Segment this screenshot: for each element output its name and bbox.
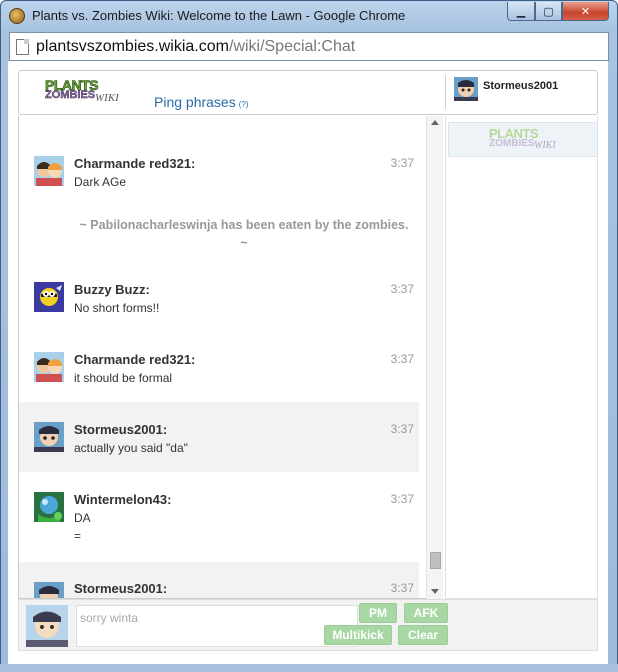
chat-message: Buzzy Buzz: 3:37 No short forms!! xyxy=(19,272,419,332)
message-author[interactable]: Stormeus2001: xyxy=(74,581,167,596)
logo-line-2: ZOMBIES xyxy=(45,89,96,101)
message-text: Dark AGe xyxy=(74,175,127,189)
logo-line-3: WIKI xyxy=(95,92,119,104)
current-user-name[interactable]: Stormeus2001 xyxy=(483,80,558,92)
window-title: Plants vs. Zombies Wiki: Welcome to the … xyxy=(32,8,406,23)
afk-button[interactable]: AFK xyxy=(404,603,448,623)
minimize-button[interactable]: ▁ xyxy=(507,2,535,21)
address-bar[interactable]: plantsvszombies.wikia.com/wiki/Special:C… xyxy=(9,32,609,61)
wintermelon-avatar[interactable] xyxy=(34,492,64,522)
charmande-avatar[interactable] xyxy=(34,352,64,382)
header-divider xyxy=(445,75,446,109)
message-text: actually you said "da" xyxy=(74,441,188,455)
chat-header: PLANTS ZOMBIES WIKI Ping phrases (?) Stor… xyxy=(18,70,598,115)
buzzy-avatar[interactable] xyxy=(34,282,64,312)
message-input[interactable]: sorry winta xyxy=(76,605,358,647)
ping-help-link[interactable]: (?) xyxy=(239,100,249,109)
self-avatar xyxy=(26,605,68,647)
stormeus-avatar[interactable] xyxy=(34,582,64,599)
message-input-bar: sorry winta PM AFK Multikick Clear xyxy=(18,599,598,651)
scroll-up-arrow-icon[interactable] xyxy=(431,120,439,125)
message-author[interactable]: Charmande red321: xyxy=(74,352,195,367)
chat-message-self: Stormeus2001: 3:37 xyxy=(19,562,419,599)
chat-messages: Charmande red321: 3:37 Dark AGe ~ Pabilo… xyxy=(18,116,436,599)
current-user-avatar[interactable] xyxy=(454,77,478,101)
inline-alert: ~ Pabilonacharleswinja has been eaten by… xyxy=(79,218,409,250)
multikick-button[interactable]: Multikick xyxy=(324,625,392,645)
message-author[interactable]: Buzzy Buzz: xyxy=(74,282,150,297)
scroll-thumb[interactable] xyxy=(430,552,441,569)
room-logo-line-3: WIKI xyxy=(534,140,556,151)
message-time: 3:37 xyxy=(390,352,414,366)
url-domain: plantsvszombies.wikia.com xyxy=(36,38,229,55)
message-text: No short forms!! xyxy=(74,301,160,315)
wiki-favicon-icon xyxy=(9,8,25,24)
chat-message: Wintermelon43: 3:37 DA = xyxy=(19,472,419,562)
message-author[interactable]: Stormeus2001: xyxy=(74,422,167,437)
message-time: 3:37 xyxy=(390,422,414,436)
pm-button[interactable]: PM xyxy=(359,603,397,623)
message-time: 3:37 xyxy=(390,492,414,506)
page-icon xyxy=(16,39,29,55)
room-logo-line-2: ZOMBIES xyxy=(489,138,535,149)
stormeus-avatar[interactable] xyxy=(34,422,64,452)
message-text: it should be formal xyxy=(74,371,173,385)
ping-phrases-label: Ping phrases xyxy=(154,94,236,110)
message-time: 3:37 xyxy=(390,156,414,170)
message-time: 3:37 xyxy=(390,581,414,595)
chat-message: Charmande red321: 3:37 it should be form… xyxy=(19,342,419,402)
url-path: /wiki/Special:Chat xyxy=(228,38,356,55)
message-text-line-2: = xyxy=(74,529,82,543)
wiki-room-item[interactable]: PLANTS ZOMBIES WIKI xyxy=(448,122,598,157)
close-button[interactable]: ✕ xyxy=(562,2,609,21)
maximize-button[interactable]: ▢ xyxy=(535,2,562,21)
clear-button[interactable]: Clear xyxy=(398,625,448,645)
url-text[interactable]: plantsvszombies.wikia.com/wiki/Special:C… xyxy=(36,38,355,56)
chat-scrollbar[interactable] xyxy=(426,116,443,599)
window-bottom-border xyxy=(0,664,618,672)
message-time: 3:37 xyxy=(390,282,414,296)
title-bar[interactable]: Plants vs. Zombies Wiki: Welcome to the … xyxy=(1,1,617,31)
scroll-down-arrow-icon[interactable] xyxy=(431,589,439,594)
message-author[interactable]: Wintermelon43: xyxy=(74,492,171,507)
wiki-logo[interactable]: PLANTS ZOMBIES WIKI xyxy=(45,77,123,109)
chat-message: Charmande red321: 3:37 Dark AGe xyxy=(19,146,419,206)
chat-page: PLANTS ZOMBIES WIKI Ping phrases (?) Stor… xyxy=(8,61,608,664)
charmande-avatar[interactable] xyxy=(34,156,64,186)
ping-phrases-link[interactable]: Ping phrases (?) xyxy=(154,94,249,110)
message-author[interactable]: Charmande red321: xyxy=(74,156,195,171)
message-text: DA xyxy=(74,511,91,525)
chat-message-self: Stormeus2001: 3:37 actually you said "da… xyxy=(19,402,419,472)
user-list-panel: PLANTS ZOMBIES WIKI xyxy=(445,116,598,599)
